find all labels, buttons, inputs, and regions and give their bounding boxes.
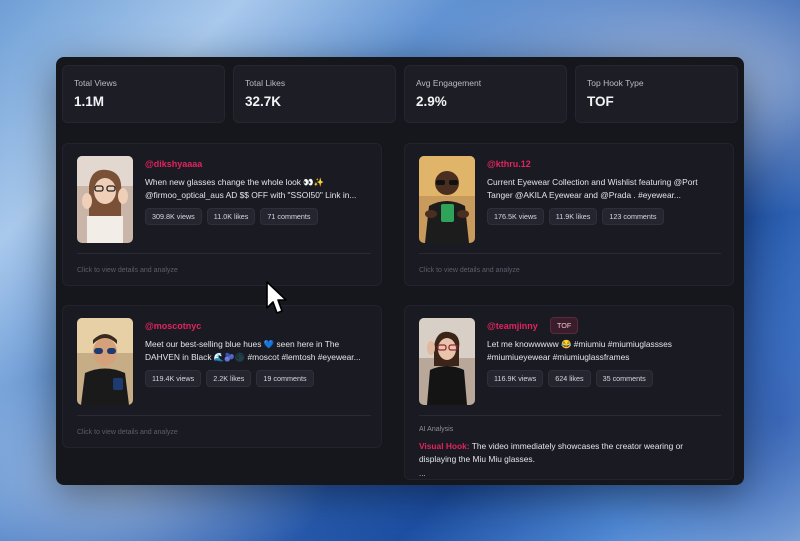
- post-handle[interactable]: @dikshyaaaa: [145, 159, 202, 169]
- post-metrics: 309.8K views 11.0K likes 71 comments: [145, 208, 318, 225]
- video-thumbnail[interactable]: [419, 318, 475, 405]
- ai-analysis-text: Visual Hook: The video immediately showc…: [419, 440, 719, 466]
- dashboard-window: Total Views 1.1M Total Likes 32.7K Avg E…: [56, 57, 744, 485]
- post-handle[interactable]: @moscotnyc: [145, 321, 201, 331]
- likes-chip: 624 likes: [548, 370, 591, 387]
- stat-value: 2.9%: [416, 94, 447, 109]
- caption-line: @firmoo_optical_aus AD $$ OFF with "SSOI…: [145, 190, 357, 200]
- stat-label: Avg Engagement: [416, 78, 482, 88]
- card-divider: [77, 415, 371, 416]
- likes-chip: 11.0K likes: [206, 208, 256, 225]
- stats-row: Total Views 1.1M Total Likes 32.7K Avg E…: [62, 65, 738, 123]
- post-metrics: 176.5K views 11.9K likes 123 comments: [487, 208, 664, 225]
- caption-line: Current Eyewear Collection and Wishlist …: [487, 177, 698, 187]
- caption-line: #miumiueyewear #miumiuglassframes: [487, 352, 630, 362]
- click-to-analyze-hint[interactable]: Click to view details and analyze: [77, 267, 178, 274]
- stat-value: 1.1M: [74, 94, 105, 109]
- card-divider: [77, 253, 371, 254]
- caption-line: When new glasses change the whole look 👀…: [145, 177, 325, 187]
- caption-line: Let me knowwwww 😂 #miumiu #miumiuglassse…: [487, 339, 672, 349]
- views-chip: 119.4K views: [145, 370, 202, 387]
- comments-chip: 71 comments: [260, 208, 318, 225]
- caption-line: Tanger @AKILA Eyewear and @Prada . #eyew…: [487, 190, 681, 200]
- ai-analysis-label: AI Analysis: [419, 426, 454, 433]
- stat-value: 32.7K: [245, 94, 282, 109]
- video-thumbnail[interactable]: [419, 156, 475, 243]
- video-thumbnail[interactable]: [77, 318, 133, 405]
- likes-chip: 11.9K likes: [548, 208, 598, 225]
- click-to-analyze-hint[interactable]: Click to view details and analyze: [77, 429, 178, 436]
- stat-total-likes: Total Likes 32.7K: [233, 65, 396, 123]
- stat-top-hook-type: Top Hook Type TOF: [575, 65, 738, 123]
- post-handle[interactable]: @kthru.12: [487, 159, 531, 169]
- post-card-moscotnyc[interactable]: @moscotnyc Meet our best-selling blue hu…: [62, 305, 382, 448]
- stat-avg-engagement: Avg Engagement 2.9%: [404, 65, 567, 123]
- post-handle[interactable]: @teamjinny: [487, 321, 538, 331]
- post-metrics: 116.9K views 624 likes 35 comments: [487, 370, 653, 387]
- stat-label: Total Likes: [245, 78, 286, 88]
- card-divider: [419, 415, 721, 416]
- card-divider: [419, 253, 721, 254]
- post-card-kthru[interactable]: @kthru.12 Current Eyewear Collection and…: [404, 143, 734, 286]
- post-metrics: 119.4K views 2.2K likes 19 comments: [145, 370, 314, 387]
- ai-analysis-more[interactable]: ...: [419, 469, 426, 478]
- visual-hook-label: Visual Hook:: [419, 441, 470, 451]
- views-chip: 116.9K views: [487, 370, 544, 387]
- post-card-teamjinny[interactable]: @teamjinny TOF Let me knowwwww 😂 #miumiu…: [404, 305, 734, 480]
- stat-value: TOF: [587, 94, 614, 109]
- comments-chip: 123 comments: [602, 208, 664, 225]
- arrow-cursor-icon: [265, 280, 289, 321]
- post-caption: Let me knowwwww 😂 #miumiu #miumiuglassse…: [487, 338, 719, 364]
- likes-chip: 2.2K likes: [206, 370, 252, 387]
- post-caption: When new glasses change the whole look 👀…: [145, 176, 377, 202]
- stat-total-views: Total Views 1.1M: [62, 65, 225, 123]
- post-caption: Meet our best-selling blue hues 💙 seen h…: [145, 338, 377, 364]
- click-to-analyze-hint[interactable]: Click to view details and analyze: [419, 267, 520, 274]
- comments-chip: 35 comments: [595, 370, 653, 387]
- hook-type-badge: TOF: [550, 317, 579, 334]
- stat-label: Total Views: [74, 78, 117, 88]
- views-chip: 176.5K views: [487, 208, 544, 225]
- post-caption: Current Eyewear Collection and Wishlist …: [487, 176, 725, 202]
- video-thumbnail[interactable]: [77, 156, 133, 243]
- caption-line: Meet our best-selling blue hues 💙 seen h…: [145, 339, 340, 349]
- caption-line: DAHVEN in Black 🌊🫐🌑 #moscot #lemtosh #ey…: [145, 352, 361, 362]
- comments-chip: 19 comments: [256, 370, 314, 387]
- stat-label: Top Hook Type: [587, 78, 644, 88]
- views-chip: 309.8K views: [145, 208, 202, 225]
- post-card-dikshyaaaa[interactable]: @dikshyaaaa When new glasses change the …: [62, 143, 382, 286]
